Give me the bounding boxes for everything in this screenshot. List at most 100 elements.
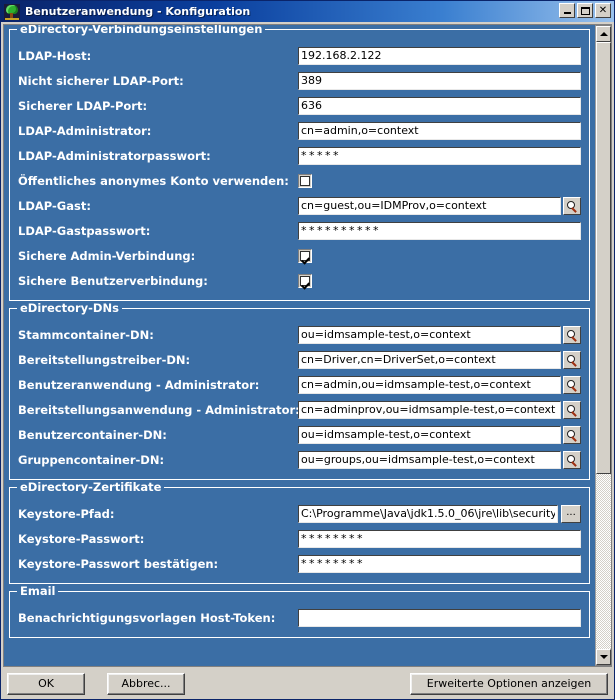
form-row: Nicht sicherer LDAP-Port: bbox=[18, 68, 581, 93]
config-dialog-window: Benutzeranwendung - Konfiguration ✕ eDir… bbox=[0, 0, 615, 700]
field-label: LDAP-Gast: bbox=[18, 198, 91, 213]
field-label: Keystore-Passwort: bbox=[18, 531, 145, 546]
minimize-button[interactable] bbox=[559, 3, 575, 18]
field-label: Gruppencontainer-DN: bbox=[18, 452, 165, 467]
field-label: Benutzeranwendung - Administrator: bbox=[18, 377, 260, 392]
form-row: Keystore-Passwort bestätigen: bbox=[18, 551, 581, 576]
checkbox[interactable] bbox=[298, 273, 312, 288]
field-label: LDAP-Administrator: bbox=[18, 123, 152, 138]
field-label: Öffentliches anonymes Konto verwenden: bbox=[18, 173, 289, 188]
vertical-scrollbar[interactable] bbox=[595, 25, 612, 666]
form-row: Keystore-Pfad:... bbox=[18, 501, 581, 526]
field-label: Benachrichtigungsvorlagen Host-Token: bbox=[18, 610, 276, 625]
field-control bbox=[298, 400, 581, 419]
text-input[interactable] bbox=[298, 71, 581, 90]
password-input[interactable] bbox=[298, 529, 581, 548]
field-label: Bereitstellungsanwendung - Administrator… bbox=[18, 402, 298, 417]
form-row: Stammcontainer-DN: bbox=[18, 322, 581, 347]
scroll-down-button[interactable] bbox=[596, 649, 611, 665]
dialog-button-bar: OK Abbrec... Erweiterte Optionen anzeige… bbox=[1, 667, 614, 699]
text-input[interactable] bbox=[298, 504, 558, 523]
text-input[interactable] bbox=[298, 46, 581, 65]
field-label: LDAP-Administratorpasswort: bbox=[18, 148, 211, 163]
group-panel: eDirectory-Verbindungseinstellungen LDAP-… bbox=[9, 25, 590, 301]
form-row: LDAP-Administrator: bbox=[18, 118, 581, 143]
field-control bbox=[298, 425, 581, 444]
text-input[interactable] bbox=[298, 96, 581, 115]
field-control bbox=[298, 96, 581, 115]
field-control bbox=[298, 273, 581, 288]
field-label: Nicht sicherer LDAP-Port: bbox=[18, 73, 184, 88]
ok-button[interactable]: OK bbox=[7, 672, 85, 695]
field-label: Stammcontainer-DN: bbox=[18, 327, 154, 342]
group-legend: eDirectory-Verbindungseinstellungen bbox=[17, 25, 266, 36]
text-input[interactable] bbox=[298, 400, 561, 419]
field-control bbox=[298, 248, 581, 263]
text-input[interactable] bbox=[298, 425, 561, 444]
field-label: Bereitstellungstreiber-DN: bbox=[18, 352, 191, 367]
form-row: Benutzercontainer-DN: bbox=[18, 422, 581, 447]
field-control bbox=[298, 173, 581, 188]
field-label: Sichere Benutzerverbindung: bbox=[18, 273, 208, 288]
field-control bbox=[298, 350, 581, 369]
text-input[interactable] bbox=[298, 608, 581, 627]
field-control bbox=[298, 221, 581, 240]
browse-magnifier-button[interactable] bbox=[563, 400, 581, 419]
show-advanced-options-button[interactable]: Erweiterte Optionen anzeigen bbox=[410, 672, 608, 695]
cancel-button[interactable]: Abbrec... bbox=[107, 672, 185, 695]
browse-magnifier-button[interactable] bbox=[563, 375, 581, 394]
settings-scrollpane: eDirectory-Verbindungseinstellungen LDAP-… bbox=[3, 24, 612, 667]
browse-magnifier-button[interactable] bbox=[563, 325, 581, 344]
form-row: LDAP-Administratorpasswort: bbox=[18, 143, 581, 168]
field-control bbox=[298, 608, 581, 627]
window-controls: ✕ bbox=[559, 3, 611, 18]
settings-viewport: eDirectory-Verbindungseinstellungen LDAP-… bbox=[4, 25, 595, 666]
field-label: LDAP-Gastpasswort: bbox=[18, 223, 151, 238]
group-panel: eDirectory-DNs Stammcontainer-DN: Bereitst… bbox=[9, 301, 590, 480]
text-input[interactable] bbox=[298, 196, 561, 215]
browse-magnifier-button[interactable] bbox=[563, 196, 581, 215]
text-input[interactable] bbox=[298, 121, 581, 140]
text-input[interactable] bbox=[298, 375, 561, 394]
field-control bbox=[298, 121, 581, 140]
field-label: Keystore-Passwort bestätigen: bbox=[18, 556, 219, 571]
field-label: Sicherer LDAP-Port: bbox=[18, 98, 148, 113]
password-input[interactable] bbox=[298, 554, 581, 573]
scroll-down-icon bbox=[599, 655, 608, 659]
group-legend: Email bbox=[17, 584, 59, 598]
browse-magnifier-button[interactable] bbox=[563, 350, 581, 369]
field-control bbox=[298, 325, 581, 344]
form-row: LDAP-Gastpasswort: bbox=[18, 218, 581, 243]
browse-magnifier-button[interactable] bbox=[563, 425, 581, 444]
window-titlebar[interactable]: Benutzeranwendung - Konfiguration ✕ bbox=[1, 1, 614, 22]
field-control bbox=[298, 146, 581, 165]
text-input[interactable] bbox=[298, 325, 561, 344]
field-label: Sichere Admin-Verbindung: bbox=[18, 248, 196, 263]
scrollbar-thumb[interactable] bbox=[596, 42, 611, 474]
text-input[interactable] bbox=[298, 350, 561, 369]
text-input[interactable] bbox=[298, 450, 561, 469]
close-icon: ✕ bbox=[598, 4, 608, 16]
group-panel: Email Benachrichtigungsvorlagen Host-Toke… bbox=[9, 584, 590, 638]
field-control bbox=[298, 450, 581, 469]
tree-icon bbox=[4, 3, 20, 20]
password-input[interactable] bbox=[298, 146, 581, 165]
password-input[interactable] bbox=[298, 221, 581, 240]
checkbox[interactable] bbox=[298, 248, 312, 263]
field-label: Keystore-Pfad: bbox=[18, 506, 115, 521]
field-control: ... bbox=[298, 504, 581, 523]
browse-file-button[interactable]: ... bbox=[561, 504, 581, 523]
scrollbar-track[interactable] bbox=[596, 42, 611, 649]
close-button[interactable]: ✕ bbox=[595, 3, 611, 18]
checkbox[interactable] bbox=[298, 173, 312, 188]
group-legend: eDirectory-Zertifikate bbox=[17, 480, 165, 494]
field-label: Benutzercontainer-DN: bbox=[18, 427, 167, 442]
field-control bbox=[298, 529, 581, 548]
maximize-button[interactable] bbox=[577, 3, 593, 18]
field-control bbox=[298, 554, 581, 573]
browse-magnifier-button[interactable] bbox=[563, 450, 581, 469]
dialog-body: eDirectory-Verbindungseinstellungen LDAP-… bbox=[1, 22, 614, 667]
group-panel: eDirectory-ZertifikateKeystore-Pfad:...K… bbox=[9, 480, 590, 584]
scroll-up-button[interactable] bbox=[596, 26, 611, 42]
field-label: LDAP-Host: bbox=[18, 48, 92, 63]
